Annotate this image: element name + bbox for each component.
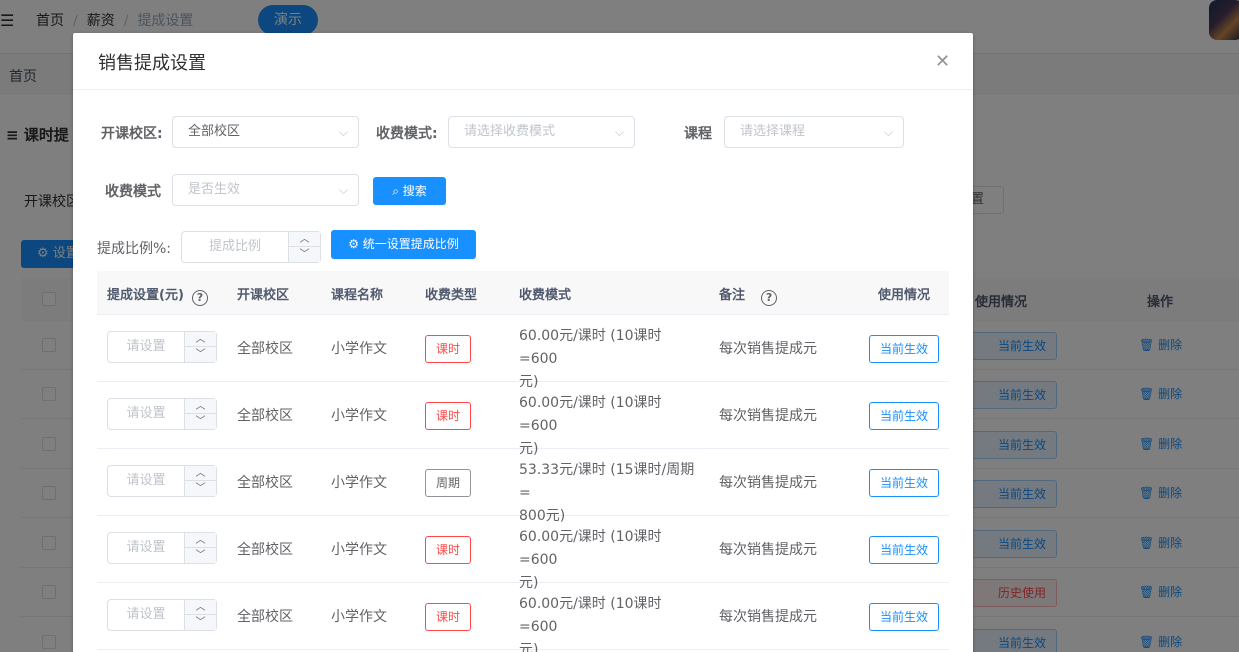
type-tag: 课时: [425, 402, 471, 430]
remark-cell: 每次销售提成元: [719, 408, 817, 424]
search-icon: ⌕: [392, 184, 399, 198]
decrement-icon[interactable]: ﹀: [185, 615, 216, 630]
status-button[interactable]: 当前生效: [869, 335, 939, 363]
unify-ratio-button[interactable]: ⚙ 统一设置提成比例: [331, 230, 476, 259]
mode-cell: 60.00元/课时 (10课时=600 元): [519, 596, 662, 652]
commission-stepper[interactable]: 请设置 ︿ ﹀: [107, 599, 217, 631]
status-button[interactable]: 当前生效: [869, 603, 939, 631]
increment-icon[interactable]: ︿: [185, 466, 216, 481]
commission-stepper[interactable]: 请设置 ︿ ﹀: [107, 331, 217, 363]
course-label: 课程: [684, 126, 712, 142]
increment-icon[interactable]: ︿: [289, 232, 320, 247]
th-course: 课程名称: [331, 288, 384, 303]
type-tag: 周期: [425, 469, 471, 497]
mode-label: 收费模式:: [376, 126, 438, 142]
th-usage: 使用情况: [878, 288, 931, 303]
search-button[interactable]: ⌕ 搜索: [373, 177, 446, 205]
active-label: 收费模式: [105, 184, 161, 200]
type-tag: 课时: [425, 536, 471, 564]
table-header: 提成设置(元)? 开课校区 课程名称 收费类型 收费模式 备注? 使用情况: [97, 271, 949, 315]
th-type: 收费类型: [425, 288, 478, 303]
ratio-label: 提成比例%:: [97, 241, 172, 257]
remark-cell: 每次销售提成元: [719, 542, 817, 558]
campus-cell: 全部校区: [237, 542, 293, 558]
dialog-title: 销售提成设置: [98, 53, 206, 74]
commission-input[interactable]: 请设置: [108, 466, 184, 496]
th-commission: 提成设置(元)?: [107, 284, 208, 306]
mode-select[interactable]: 请选择收费模式 ⌵: [448, 116, 635, 148]
commission-input[interactable]: 请设置: [108, 533, 184, 563]
campus-cell: 全部校区: [237, 408, 293, 424]
chevron-down-icon: ⌵: [338, 125, 348, 139]
th-campus: 开课校区: [237, 288, 290, 303]
type-tag: 课时: [425, 335, 471, 363]
increment-icon[interactable]: ︿: [185, 332, 216, 347]
commission-input[interactable]: 请设置: [108, 600, 184, 630]
commission-stepper[interactable]: 请设置 ︿ ﹀: [107, 465, 217, 497]
increment-icon[interactable]: ︿: [185, 399, 216, 414]
status-button[interactable]: 当前生效: [869, 402, 939, 430]
sales-commission-dialog: 销售提成设置 ✕ 开课校区: 全部校区 ⌵ 收费模式: 请选择收费模式 ⌵ 课程 请…: [73, 33, 973, 652]
active-select[interactable]: 是否生效 ⌵: [172, 174, 359, 206]
campus-cell: 全部校区: [237, 341, 293, 357]
th-mode: 收费模式: [519, 288, 572, 303]
chevron-down-icon: ⌵: [614, 125, 624, 139]
decrement-icon[interactable]: ﹀: [185, 347, 216, 362]
decrement-icon[interactable]: ﹀: [185, 414, 216, 429]
table-row: 请设置 ︿ ﹀ 全部校区 小学作文 周期 53.33元/课时 (15课时/周期= 800元) 每…: [97, 449, 949, 524]
gear-icon: ⚙: [348, 237, 359, 251]
campus-cell: 全部校区: [237, 609, 293, 625]
ratio-input[interactable]: 提成比例: [182, 232, 288, 262]
course-select[interactable]: 请选择课程 ⌵: [724, 116, 904, 148]
close-icon[interactable]: ✕: [935, 51, 950, 72]
campus-select[interactable]: 全部校区 ⌵: [172, 116, 359, 148]
table-row: 请设置 ︿ ﹀ 全部校区 小学作文 课时 60.00元/课时 (10课时=600 元) 每次销售…: [97, 382, 949, 457]
type-tag: 课时: [425, 603, 471, 631]
course-cell: 小学作文: [331, 341, 387, 357]
course-cell: 小学作文: [331, 408, 387, 424]
table-row: 请设置 ︿ ﹀ 全部校区 小学作文 课时 60.00元/课时 (10课时=600 元) 每次销售…: [97, 516, 949, 591]
decrement-icon[interactable]: ﹀: [289, 247, 320, 262]
increment-icon[interactable]: ︿: [185, 600, 216, 615]
course-cell: 小学作文: [331, 609, 387, 625]
course-cell: 小学作文: [331, 542, 387, 558]
remark-cell: 每次销售提成元: [719, 475, 817, 491]
commission-input[interactable]: 请设置: [108, 399, 184, 429]
ratio-stepper[interactable]: 提成比例 ︿ ﹀: [181, 231, 321, 263]
commission-stepper[interactable]: 请设置 ︿ ﹀: [107, 398, 217, 430]
remark-cell: 每次销售提成元: [719, 609, 817, 625]
decrement-icon[interactable]: ﹀: [185, 481, 216, 496]
question-icon[interactable]: ?: [191, 290, 208, 306]
table-row: 请设置 ︿ ﹀ 全部校区 小学作文 课时 60.00元/课时 (10课时=600 元) 每次销售…: [97, 315, 949, 390]
course-cell: 小学作文: [331, 475, 387, 491]
th-remark: 备注?: [719, 284, 778, 306]
commission-stepper[interactable]: 请设置 ︿ ﹀: [107, 532, 217, 564]
campus-label: 开课校区:: [101, 126, 163, 142]
divider: [73, 89, 973, 90]
decrement-icon[interactable]: ﹀: [185, 548, 216, 563]
chevron-down-icon: ⌵: [883, 125, 893, 139]
increment-icon[interactable]: ︿: [185, 533, 216, 548]
question-icon[interactable]: ?: [761, 290, 778, 306]
chevron-down-icon: ⌵: [338, 183, 348, 197]
status-button[interactable]: 当前生效: [869, 536, 939, 564]
table-row: 请设置 ︿ ﹀ 全部校区 小学作文 课时 60.00元/课时 (10课时=600 元) 每次销售…: [97, 583, 949, 652]
status-button[interactable]: 当前生效: [869, 469, 939, 497]
remark-cell: 每次销售提成元: [719, 341, 817, 357]
campus-cell: 全部校区: [237, 475, 293, 491]
commission-input[interactable]: 请设置: [108, 332, 184, 362]
